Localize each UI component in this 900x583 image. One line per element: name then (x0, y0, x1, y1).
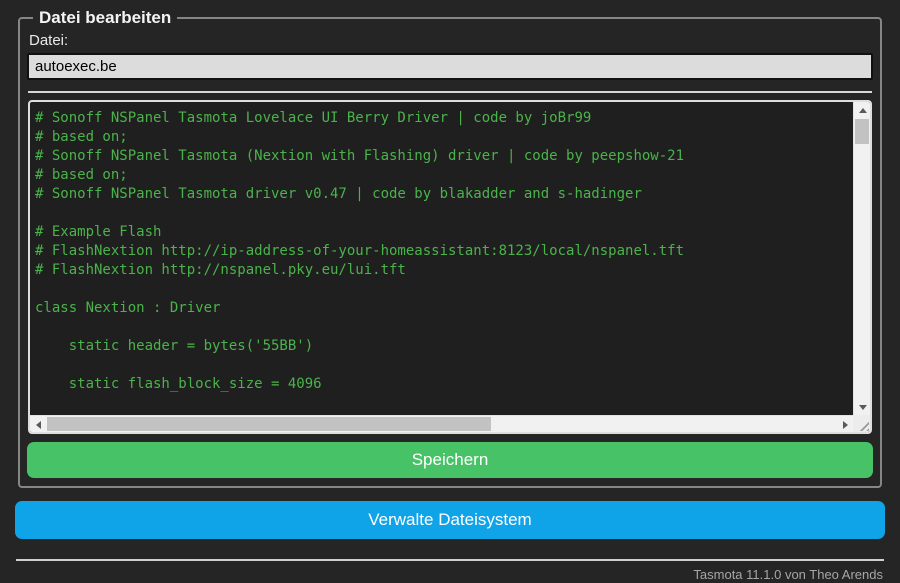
scrollbar-corner (853, 415, 870, 432)
horizontal-scrollbar[interactable] (30, 415, 853, 432)
footer: Tasmota 11.1.0 von Theo Arends (15, 559, 885, 582)
page: Datei bearbeiten Datei: # Sonoff NSPanel… (0, 0, 900, 582)
file-content-editor[interactable]: # Sonoff NSPanel Tasmota Lovelace UI Ber… (28, 100, 872, 434)
divider (28, 91, 872, 93)
file-name-input[interactable] (27, 53, 873, 80)
edit-file-fieldset: Datei bearbeiten Datei: # Sonoff NSPanel… (18, 8, 882, 488)
resize-grip-icon[interactable] (856, 418, 869, 431)
scroll-down-arrow-icon[interactable] (854, 399, 870, 415)
footer-version-link[interactable]: Tasmota 11.1.0 von Theo Arends (15, 561, 885, 582)
save-button[interactable]: Speichern (27, 442, 873, 478)
scroll-up-arrow-icon[interactable] (854, 102, 870, 118)
vertical-scrollbar-thumb[interactable] (855, 119, 869, 144)
vertical-scrollbar[interactable] (853, 102, 870, 415)
file-content-text: # Sonoff NSPanel Tasmota Lovelace UI Ber… (35, 110, 685, 392)
scroll-right-arrow-icon[interactable] (837, 416, 853, 432)
manage-filesystem-button[interactable]: Verwalte Dateisystem (15, 501, 885, 539)
edit-file-title: Datei bearbeiten (39, 8, 172, 27)
horizontal-scrollbar-thumb[interactable] (47, 417, 492, 431)
file-name-label: Datei: (29, 32, 69, 49)
scroll-left-arrow-icon[interactable] (30, 416, 46, 432)
